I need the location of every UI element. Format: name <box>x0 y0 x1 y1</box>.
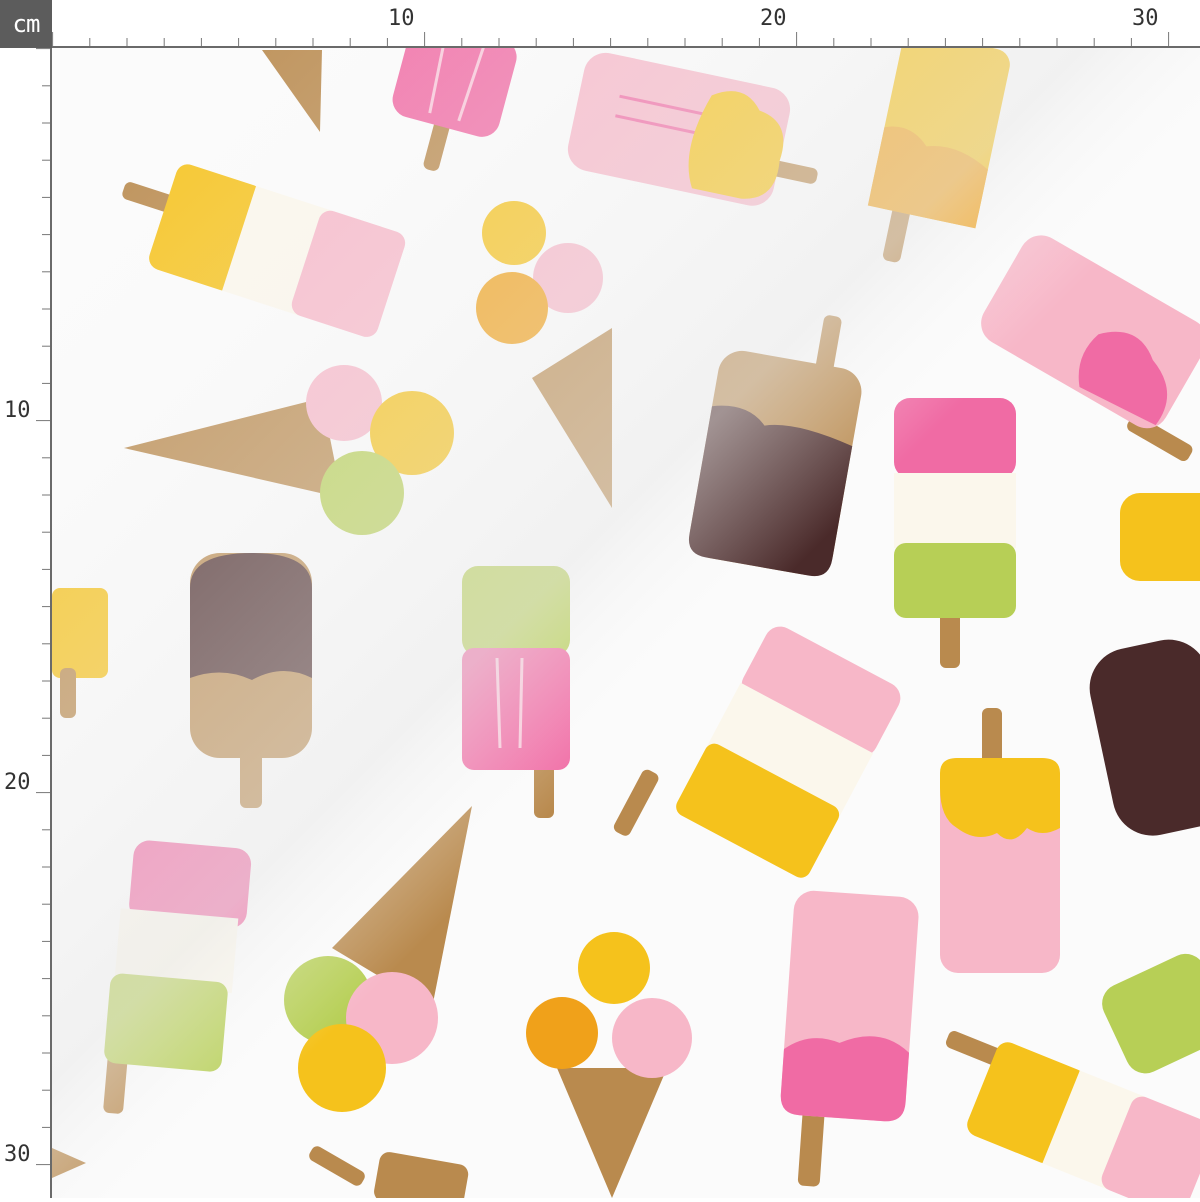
ice-cream-pattern <box>52 48 1200 1198</box>
left-ruler-label-30: 30 <box>4 1142 31 1167</box>
top-ruler-label-20: 20 <box>760 6 787 31</box>
left-ruler: 10 20 30 <box>0 48 52 1202</box>
unit-label: cm <box>0 0 52 48</box>
top-ruler-ticks <box>52 32 1170 46</box>
top-ruler-label-30: 30 <box>1132 6 1159 31</box>
top-ruler-label-10: 10 <box>388 6 415 31</box>
fabric-swatch <box>52 48 1200 1198</box>
left-ruler-ticks <box>36 48 50 1202</box>
left-ruler-label-10: 10 <box>4 398 31 423</box>
top-ruler: 10 20 30 <box>52 0 1200 48</box>
fabric-sheen <box>52 48 1200 1198</box>
left-ruler-label-20: 20 <box>4 770 31 795</box>
